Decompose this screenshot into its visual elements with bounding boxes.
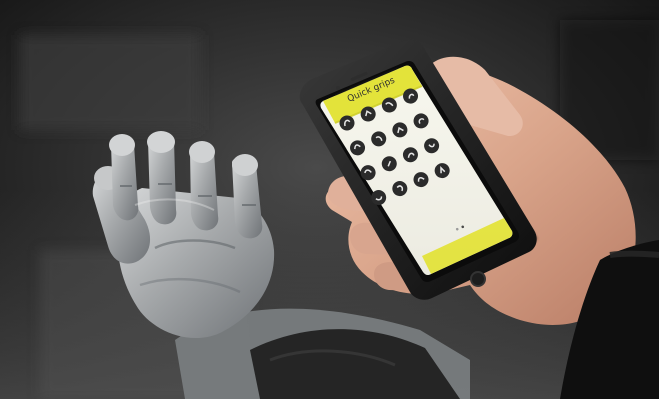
home-button [470, 271, 486, 287]
front-camera [336, 86, 340, 90]
photo: Quick grips [0, 0, 659, 399]
background-blur-shape [20, 35, 200, 130]
